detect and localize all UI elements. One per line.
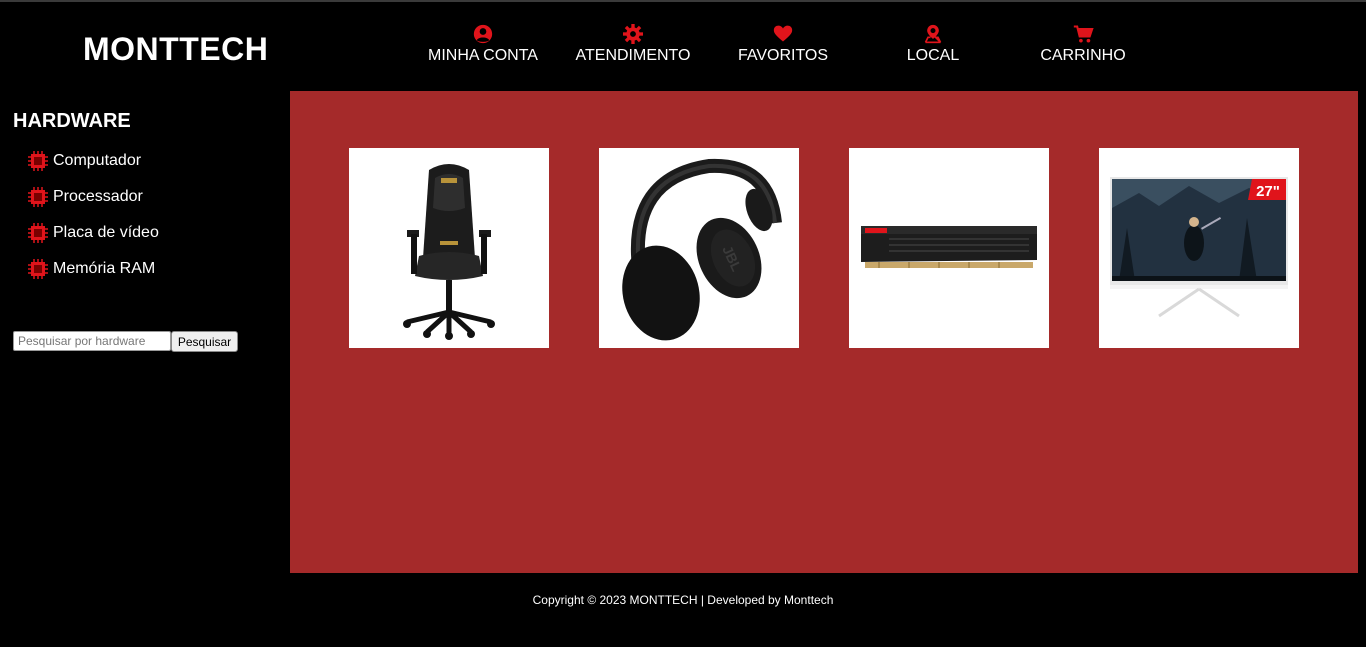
map-pin-icon bbox=[924, 24, 942, 44]
footer-copyright: Copyright © 2023 MONTTECH | Developed by… bbox=[532, 593, 834, 607]
sidebar-item-label: Memória RAM bbox=[53, 260, 156, 277]
brand-logo[interactable]: MONTTECH bbox=[83, 31, 268, 68]
headphones-image: JBL bbox=[622, 158, 782, 341]
user-icon bbox=[473, 24, 493, 44]
heart-icon bbox=[773, 25, 793, 42]
chip-icon bbox=[28, 187, 48, 207]
nav-label: FAVORITOS bbox=[737, 47, 829, 64]
sidebar-title: HARDWARE bbox=[13, 110, 131, 132]
search-button[interactable]: Pesquisar bbox=[171, 331, 238, 352]
nav-minha-conta[interactable]: MINHA CONTA bbox=[408, 24, 558, 65]
nav-favoritos[interactable]: FAVORITOS bbox=[708, 24, 858, 65]
sidebar-item-label: Processador bbox=[53, 188, 143, 205]
gaming-chair-image bbox=[403, 164, 495, 340]
sidebar-item-processador[interactable]: Processador bbox=[28, 186, 143, 208]
cart-icon bbox=[1073, 25, 1094, 43]
sidebar-item-label: Computador bbox=[53, 152, 142, 169]
nav-label: LOCAL bbox=[906, 47, 960, 64]
nav-label: ATENDIMENTO bbox=[575, 47, 691, 64]
top-border bbox=[0, 0, 1366, 2]
nav-label: CARRINHO bbox=[1040, 47, 1126, 64]
nav-local[interactable]: LOCAL bbox=[858, 24, 1008, 65]
product-card-monitor[interactable]: 27" bbox=[1099, 148, 1299, 348]
product-card-headphones[interactable]: JBL bbox=[599, 148, 799, 348]
nav-atendimento[interactable]: ATENDIMENTO bbox=[558, 24, 708, 65]
sidebar-item-placa-de-video[interactable]: Placa de vídeo bbox=[28, 222, 159, 244]
nav-carrinho[interactable]: CARRINHO bbox=[1008, 24, 1158, 65]
sidebar-item-label: Placa de vídeo bbox=[53, 224, 159, 241]
product-card-chair[interactable] bbox=[349, 148, 549, 348]
monitor-image: 27" bbox=[1110, 177, 1288, 318]
chip-icon bbox=[28, 223, 48, 243]
nav-label: MINHA CONTA bbox=[428, 47, 538, 64]
chip-icon bbox=[28, 259, 48, 279]
product-card-ram[interactable] bbox=[849, 148, 1049, 348]
gear-icon bbox=[623, 24, 643, 44]
chip-icon bbox=[28, 151, 48, 171]
monitor-size-badge: 27" bbox=[1256, 183, 1280, 200]
sidebar-item-memoria-ram[interactable]: Memória RAM bbox=[28, 258, 155, 280]
ram-memory-image bbox=[861, 226, 1037, 268]
product-showcase: JBL 27" bbox=[290, 91, 1358, 573]
sidebar-item-computador[interactable]: Computador bbox=[28, 150, 141, 172]
search-input[interactable] bbox=[13, 331, 171, 351]
